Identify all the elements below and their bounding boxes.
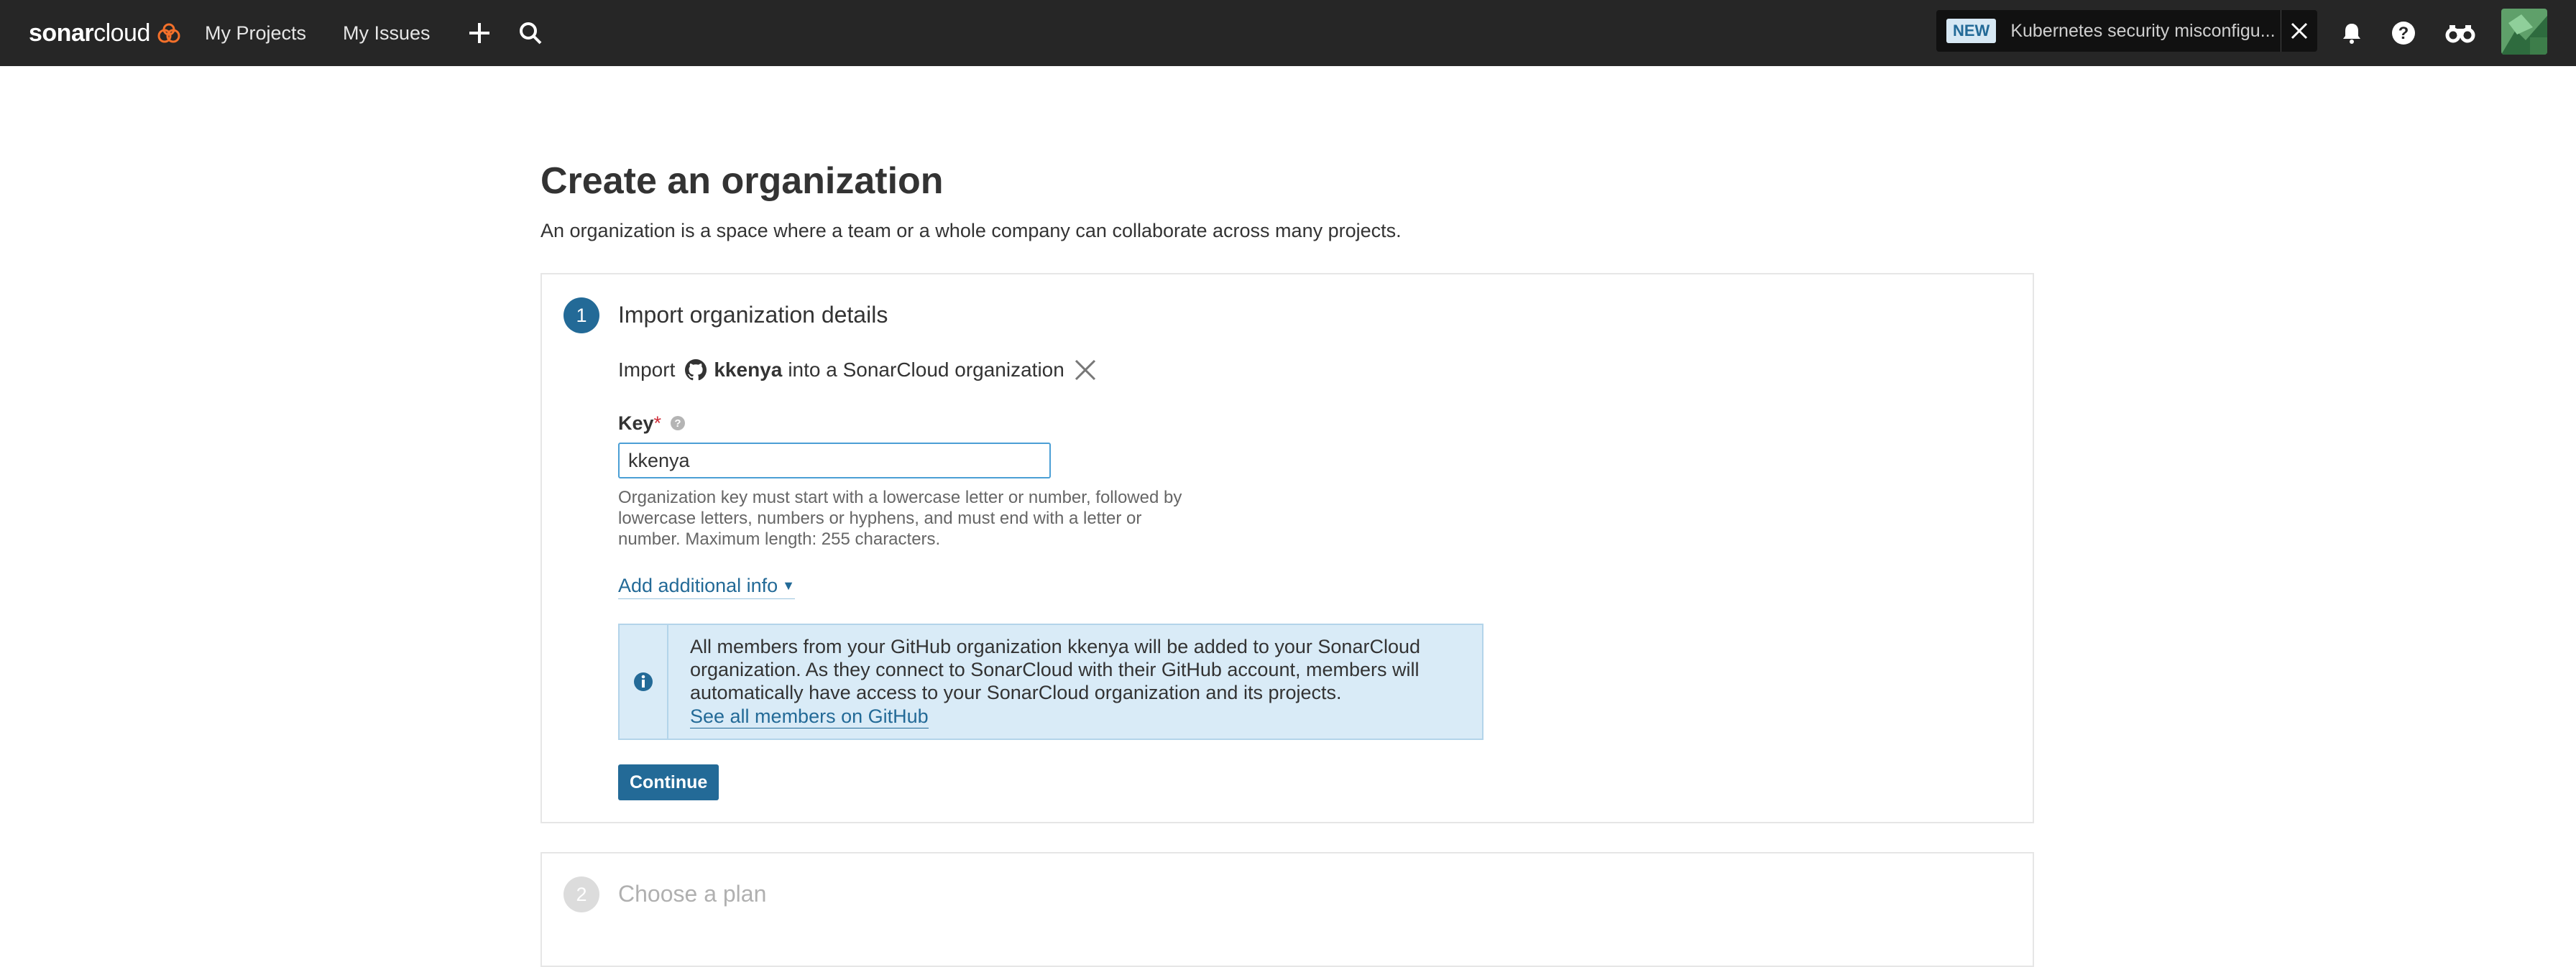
close-icon[interactable] (2281, 10, 2317, 52)
new-badge: NEW (1946, 19, 1997, 43)
svg-text:?: ? (674, 417, 681, 430)
sonarcloud-logo-icon (157, 23, 180, 43)
binoculars-icon[interactable] (2443, 16, 2478, 50)
help-icon[interactable]: ? (2386, 16, 2421, 50)
help-icon[interactable]: ? (670, 415, 686, 431)
step-import-organization: 1 Import organization details Import kke… (540, 273, 2034, 823)
nav-my-projects[interactable]: My Projects (205, 17, 306, 49)
key-label-text: Key (618, 412, 654, 434)
search-icon[interactable] (513, 16, 548, 50)
import-suffix: into a SonarCloud organization (788, 358, 1064, 381)
org-name: kkenya (714, 358, 783, 381)
page-description: An organization is a space where a team … (540, 220, 1402, 241)
promo-text[interactable]: Kubernetes security misconfigu... (2010, 21, 2283, 42)
info-alert: All members from your GitHub organizatio… (618, 624, 1484, 740)
key-hint: Organization key must start with a lower… (618, 488, 1182, 549)
caret-down-icon: ▼ (782, 578, 795, 593)
step-number: 2 (564, 876, 599, 912)
required-mark: * (653, 412, 662, 434)
add-additional-info-link[interactable]: Add additional info ▼ (618, 575, 795, 599)
logo-text-sonar: sonar (29, 19, 94, 47)
add-info-label: Add additional info (618, 575, 778, 596)
page-title: Create an organization (540, 160, 944, 202)
import-prefix: Import (618, 358, 676, 381)
info-icon-column (620, 625, 668, 739)
step-title: Import organization details (618, 302, 888, 328)
sonarcloud-logo[interactable]: sonar cloud (29, 16, 182, 50)
logo-text-cloud: cloud (93, 19, 150, 47)
key-label: Key* (618, 412, 661, 435)
info-icon (634, 672, 653, 691)
bell-icon[interactable] (2334, 16, 2369, 50)
info-message: All members from your GitHub organizatio… (690, 636, 1420, 703)
plus-icon[interactable] (462, 16, 497, 50)
step-number: 1 (564, 297, 599, 333)
github-icon (685, 359, 707, 381)
see-members-link[interactable]: See all members on GitHub (690, 705, 929, 728)
svg-text:?: ? (2398, 24, 2409, 43)
continue-button[interactable]: Continue (618, 764, 719, 800)
import-line: Import kkenya into a SonarCloud organiza… (618, 358, 1098, 382)
step-title: Choose a plan (618, 881, 767, 907)
step-choose-plan: 2 Choose a plan (540, 852, 2034, 967)
promo-banner[interactable]: NEW Kubernetes security misconfigu... (1936, 10, 2317, 52)
nav-my-issues[interactable]: My Issues (343, 17, 431, 49)
key-input[interactable] (618, 443, 1051, 478)
close-icon[interactable] (1073, 358, 1098, 382)
avatar[interactable] (2501, 9, 2547, 55)
top-navbar: sonar cloud My Projects My Issues NEW Kub… (0, 0, 2576, 66)
